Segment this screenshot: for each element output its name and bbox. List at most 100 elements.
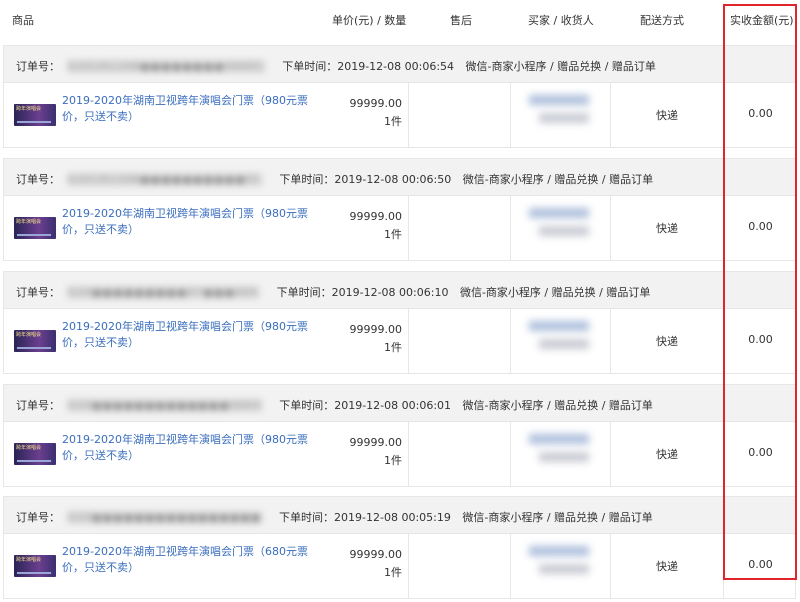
order-number[interactable]: E20●●●●●●●●●07●●●005	[68, 286, 260, 299]
shipping-method: 快递	[656, 560, 678, 573]
buyer-phone-redacted	[539, 113, 589, 123]
total-cell: 0.00	[724, 83, 797, 148]
product-thumbnail[interactable]: 跨年演唱会	[14, 104, 56, 126]
order-header: 订单号： E20●●●●●●●●●●●●●0003 下单时间：2019-12-08…	[4, 385, 795, 422]
order-number-label: 订单号：	[16, 511, 60, 524]
order-row: 订单号： E20●●●●●●●●●07●●●005 下单时间：2019-12-08…	[3, 271, 796, 374]
total-cell: 0.00	[724, 196, 797, 261]
table-header: 商品 单价(元) / 数量 售后 买家 / 收货人 配送方式 实收金额(元)	[0, 0, 800, 38]
unit-price: 99999.00	[349, 323, 403, 336]
after-sale-cell	[409, 196, 511, 261]
order-source: 微信-商家小程序 / 赠品兑换 / 赠品订单	[462, 173, 654, 186]
buyer-cell	[511, 534, 611, 599]
order-number[interactable]: E20191208●●●●●●●●00001	[68, 60, 265, 73]
product-name-link[interactable]: 2019-2020年湖南卫视跨年演唱会门票（980元票价，只送不卖）	[62, 319, 322, 351]
order-time-label: 下单时间：	[279, 511, 335, 524]
order-source: 微信-商家小程序 / 赠品兑换 / 赠品订单	[462, 511, 653, 524]
after-sale-cell	[409, 83, 511, 148]
buyer-phone-redacted	[539, 564, 589, 574]
shipping-cell: 快递	[611, 534, 724, 599]
shipping-cell: 快递	[611, 196, 724, 261]
quantity: 1件	[384, 115, 402, 128]
order-source: 微信-商家小程序 / 赠品兑换 / 赠品订单	[459, 286, 651, 299]
total-cell: 0.00	[724, 309, 797, 374]
goods-cell: 跨年演唱会 2019-2020年湖南卫视跨年演唱会门票（680元票价，只送不卖）…	[4, 534, 409, 599]
buyer-phone-redacted	[539, 339, 589, 349]
order-row: 订单号： E20●●●●●●●●●●●●●●●● 下单时间：2019-12-08 …	[3, 496, 796, 599]
product-name-link[interactable]: 2019-2020年湖南卫视跨年演唱会门票（980元票价，只送不卖）	[62, 206, 322, 238]
header-after-sale: 售后	[450, 14, 472, 27]
unit-price: 99999.00	[349, 97, 403, 110]
order-source: 微信-商家小程序 / 赠品兑换 / 赠品订单	[465, 60, 656, 73]
header-price-qty: 单价(元) / 数量	[332, 14, 407, 27]
thumbnail-caption: 跨年演唱会	[16, 557, 42, 563]
order-time-label: 下单时间：	[279, 399, 335, 412]
shipping-cell: 快递	[611, 83, 724, 148]
goods-cell: 跨年演唱会 2019-2020年湖南卫视跨年演唱会门票（980元票价，只送不卖）…	[4, 422, 409, 487]
order-header: 订单号： E20●●●●●●●●●07●●●005 下单时间：2019-12-08…	[4, 272, 795, 309]
order-time-label: 下单时间：	[276, 286, 332, 299]
order-number[interactable]: E20191208●●●●●●●●●●01	[68, 173, 262, 186]
total-amount: 0.00	[748, 446, 773, 459]
after-sale-cell	[409, 422, 511, 487]
order-time-label: 下单时间：	[279, 173, 335, 186]
order-number-label: 订单号：	[16, 286, 60, 299]
header-buyer: 买家 / 收货人	[528, 14, 594, 27]
order-row: 订单号： E20191208●●●●●●●●00001 下单时间：2019-12-…	[3, 45, 796, 148]
order-number-label: 订单号：	[16, 60, 60, 73]
order-header: 订单号： E20191208●●●●●●●●●●01 下单时间：2019-12-0…	[4, 159, 795, 196]
order-number[interactable]: E20●●●●●●●●●●●●●●●●	[68, 511, 262, 524]
buyer-cell	[511, 309, 611, 374]
unit-price: 99999.00	[349, 436, 403, 449]
order-row: 订单号： E20191208●●●●●●●●●●01 下单时间：2019-12-0…	[3, 158, 796, 261]
order-source: 微信-商家小程序 / 赠品兑换 / 赠品订单	[462, 399, 653, 412]
product-thumbnail[interactable]: 跨年演唱会	[14, 330, 56, 352]
total-cell: 0.00	[724, 422, 797, 487]
buyer-cell	[511, 422, 611, 487]
order-time: 2019-12-08 00:06:50	[334, 173, 452, 186]
unit-price: 99999.00	[349, 548, 403, 561]
order-time: 2019-12-08 00:06:01	[334, 399, 452, 412]
total-amount: 0.00	[748, 558, 773, 571]
product-thumbnail[interactable]: 跨年演唱会	[14, 443, 56, 465]
header-total: 实收金额(元)	[730, 14, 794, 27]
total-cell: 0.00	[724, 534, 797, 599]
order-number-label: 订单号：	[16, 173, 60, 186]
buyer-cell	[511, 83, 611, 148]
product-thumbnail[interactable]: 跨年演唱会	[14, 217, 56, 239]
order-header: 订单号： E20●●●●●●●●●●●●●●●● 下单时间：2019-12-08 …	[4, 497, 795, 534]
header-shipping: 配送方式	[640, 14, 684, 27]
product-thumbnail[interactable]: 跨年演唱会	[14, 555, 56, 577]
order-header: 订单号： E20191208●●●●●●●●00001 下单时间：2019-12-…	[4, 46, 795, 83]
product-name-link[interactable]: 2019-2020年湖南卫视跨年演唱会门票（980元票价，只送不卖）	[62, 93, 322, 125]
order-time: 2019-12-08 00:06:54	[337, 60, 455, 73]
buyer-cell	[511, 196, 611, 261]
unit-price: 99999.00	[349, 210, 403, 223]
goods-cell: 跨年演唱会 2019-2020年湖南卫视跨年演唱会门票（980元票价，只送不卖）…	[4, 309, 409, 374]
buyer-name-redacted	[529, 95, 589, 105]
order-number-label: 订单号：	[16, 399, 60, 412]
total-amount: 0.00	[748, 333, 773, 346]
shipping-method: 快递	[656, 109, 678, 122]
thumbnail-caption: 跨年演唱会	[16, 219, 42, 225]
shipping-method: 快递	[656, 222, 678, 235]
goods-cell: 跨年演唱会 2019-2020年湖南卫视跨年演唱会门票（980元票价，只送不卖）…	[4, 83, 409, 148]
quantity: 1件	[384, 228, 402, 241]
order-number[interactable]: E20●●●●●●●●●●●●●0003	[68, 399, 262, 412]
goods-cell: 跨年演唱会 2019-2020年湖南卫视跨年演唱会门票（980元票价，只送不卖）…	[4, 196, 409, 261]
order-time: 2019-12-08 00:06:10	[331, 286, 449, 299]
order-time: 2019-12-08 00:05:19	[334, 511, 451, 524]
shipping-method: 快递	[656, 448, 678, 461]
total-amount: 0.00	[748, 107, 773, 120]
product-name-link[interactable]: 2019-2020年湖南卫视跨年演唱会门票（980元票价，只送不卖）	[62, 432, 322, 464]
buyer-name-redacted	[529, 546, 589, 556]
quantity: 1件	[384, 341, 402, 354]
thumbnail-caption: 跨年演唱会	[16, 332, 42, 338]
buyer-phone-redacted	[539, 226, 589, 236]
product-name-link[interactable]: 2019-2020年湖南卫视跨年演唱会门票（680元票价，只送不卖）	[62, 544, 322, 576]
buyer-phone-redacted	[539, 452, 589, 462]
shipping-cell: 快递	[611, 309, 724, 374]
quantity: 1件	[384, 454, 402, 467]
total-amount: 0.00	[748, 220, 773, 233]
header-goods: 商品	[12, 14, 34, 27]
